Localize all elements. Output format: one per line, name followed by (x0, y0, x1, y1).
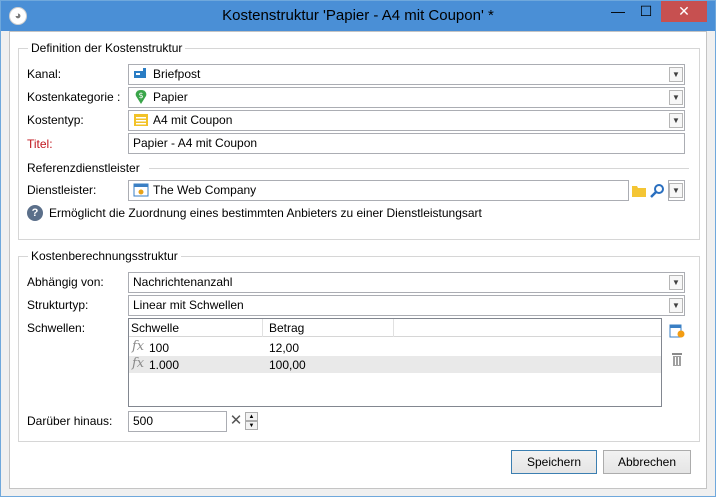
chevron-down-icon[interactable]: ▼ (669, 298, 683, 313)
kostentyp-select[interactable]: A4 mit Coupon ▼ (128, 110, 685, 131)
column-header-schwelle[interactable]: Schwelle (131, 321, 179, 335)
chevron-down-icon[interactable]: ▼ (669, 90, 683, 105)
spin-down-icon[interactable]: ▼ (245, 421, 258, 430)
cell-schwelle: 1.000 (149, 358, 180, 372)
strukturtyp-select[interactable]: Linear mit Schwellen ▼ (128, 295, 685, 316)
berechnung-group: Kostenberechnungsstruktur Abhängig von: … (18, 249, 700, 442)
strukturtyp-label: Strukturtyp: (27, 298, 89, 312)
spin-up-icon[interactable]: ▲ (245, 412, 258, 421)
berechnung-legend: Kostenberechnungsstruktur (28, 249, 181, 263)
kostenkategorie-label: Kostenkategorie : (27, 90, 121, 104)
letter-mail-icon (134, 68, 146, 78)
titel-input[interactable]: Papier - A4 mit Coupon (128, 133, 685, 154)
schwellen-label: Schwellen: (27, 321, 86, 335)
svg-text:$: $ (138, 91, 143, 100)
table-row[interactable]: fx 1.000 100,00 (129, 356, 661, 373)
help-icon: ? (27, 205, 43, 221)
column-divider (393, 319, 394, 337)
chevron-down-icon[interactable]: ▼ (669, 275, 683, 290)
kostentyp-label: Kostentyp: (27, 113, 84, 127)
cell-betrag: 12,00 (269, 341, 300, 355)
table-header: Schwelle Betrag (129, 319, 661, 337)
kostenkategorie-select[interactable]: $ Papier ▼ (128, 87, 685, 108)
dienstleister-input[interactable]: The Web Company (128, 180, 629, 201)
chevron-down-icon[interactable]: ▼ (669, 113, 683, 128)
dialog-body: Definition der Kostenstruktur Kanal: Bri… (9, 31, 707, 489)
save-button[interactable]: Speichern (511, 450, 597, 474)
maximize-button[interactable]: ☐ (633, 1, 659, 22)
kostentyp-value: A4 mit Coupon (153, 113, 233, 127)
chevron-down-icon[interactable]: ▼ (669, 67, 683, 82)
referenz-heading: Referenzdienstleister (27, 161, 140, 175)
referenz-divider (149, 168, 689, 169)
folder-icon[interactable] (631, 183, 647, 199)
formula-icon: fx (132, 356, 145, 371)
cancel-button[interactable]: Abbrechen (603, 450, 691, 474)
search-icon[interactable] (650, 183, 666, 199)
definition-legend: Definition der Kostenstruktur (28, 41, 186, 55)
kanal-value: Briefpost (153, 67, 201, 81)
title-bar[interactable]: ◕ Kostenstruktur 'Papier - A4 mit Coupon… (1, 1, 715, 31)
trash-icon[interactable] (669, 351, 685, 367)
clear-icon[interactable]: ✕ (229, 412, 243, 430)
darueber-label: Darüber hinaus: (27, 414, 113, 428)
minimize-button[interactable]: — (605, 1, 631, 22)
dienstleister-label: Dienstleister: (27, 183, 97, 197)
abhaengig-label: Abhängig von: (27, 275, 104, 289)
kanal-label: Kanal: (27, 67, 62, 81)
chevron-down-icon[interactable]: ▼ (669, 183, 683, 198)
cost-type-icon (134, 114, 148, 126)
cell-betrag: 100,00 (269, 358, 306, 372)
close-button[interactable]: ✕ (661, 1, 707, 22)
kostenkategorie-value: Papier (153, 90, 188, 104)
titel-label: Titel: (27, 137, 53, 151)
strukturtyp-value: Linear mit Schwellen (133, 298, 244, 312)
schwellen-table[interactable]: Schwelle Betrag fx 100 12,00 fx 1.000 10… (128, 318, 662, 407)
kanal-select[interactable]: Briefpost ▼ (128, 64, 685, 85)
table-row[interactable]: fx 100 12,00 (129, 339, 661, 356)
column-header-betrag[interactable]: Betrag (269, 321, 304, 335)
abhaengig-value: Nachrichtenanzahl (133, 275, 233, 289)
definition-group: Definition der Kostenstruktur Kanal: Bri… (18, 41, 700, 240)
dienstleister-dropdown[interactable]: ▼ (668, 180, 685, 201)
dialog-window: ◕ Kostenstruktur 'Papier - A4 mit Coupon… (0, 0, 716, 497)
dienstleister-value: The Web Company (153, 183, 257, 197)
help-text: Ermöglicht die Zuordnung eines bestimmte… (49, 206, 482, 220)
formula-icon: fx (132, 339, 145, 354)
abhaengig-select[interactable]: Nachrichtenanzahl ▼ (128, 272, 685, 293)
add-row-icon[interactable] (669, 322, 685, 338)
service-provider-icon (133, 183, 149, 197)
cost-category-icon: $ (135, 90, 147, 104)
darueber-input[interactable]: 500 (128, 411, 227, 432)
column-divider (262, 319, 263, 337)
cell-schwelle: 100 (149, 341, 170, 355)
